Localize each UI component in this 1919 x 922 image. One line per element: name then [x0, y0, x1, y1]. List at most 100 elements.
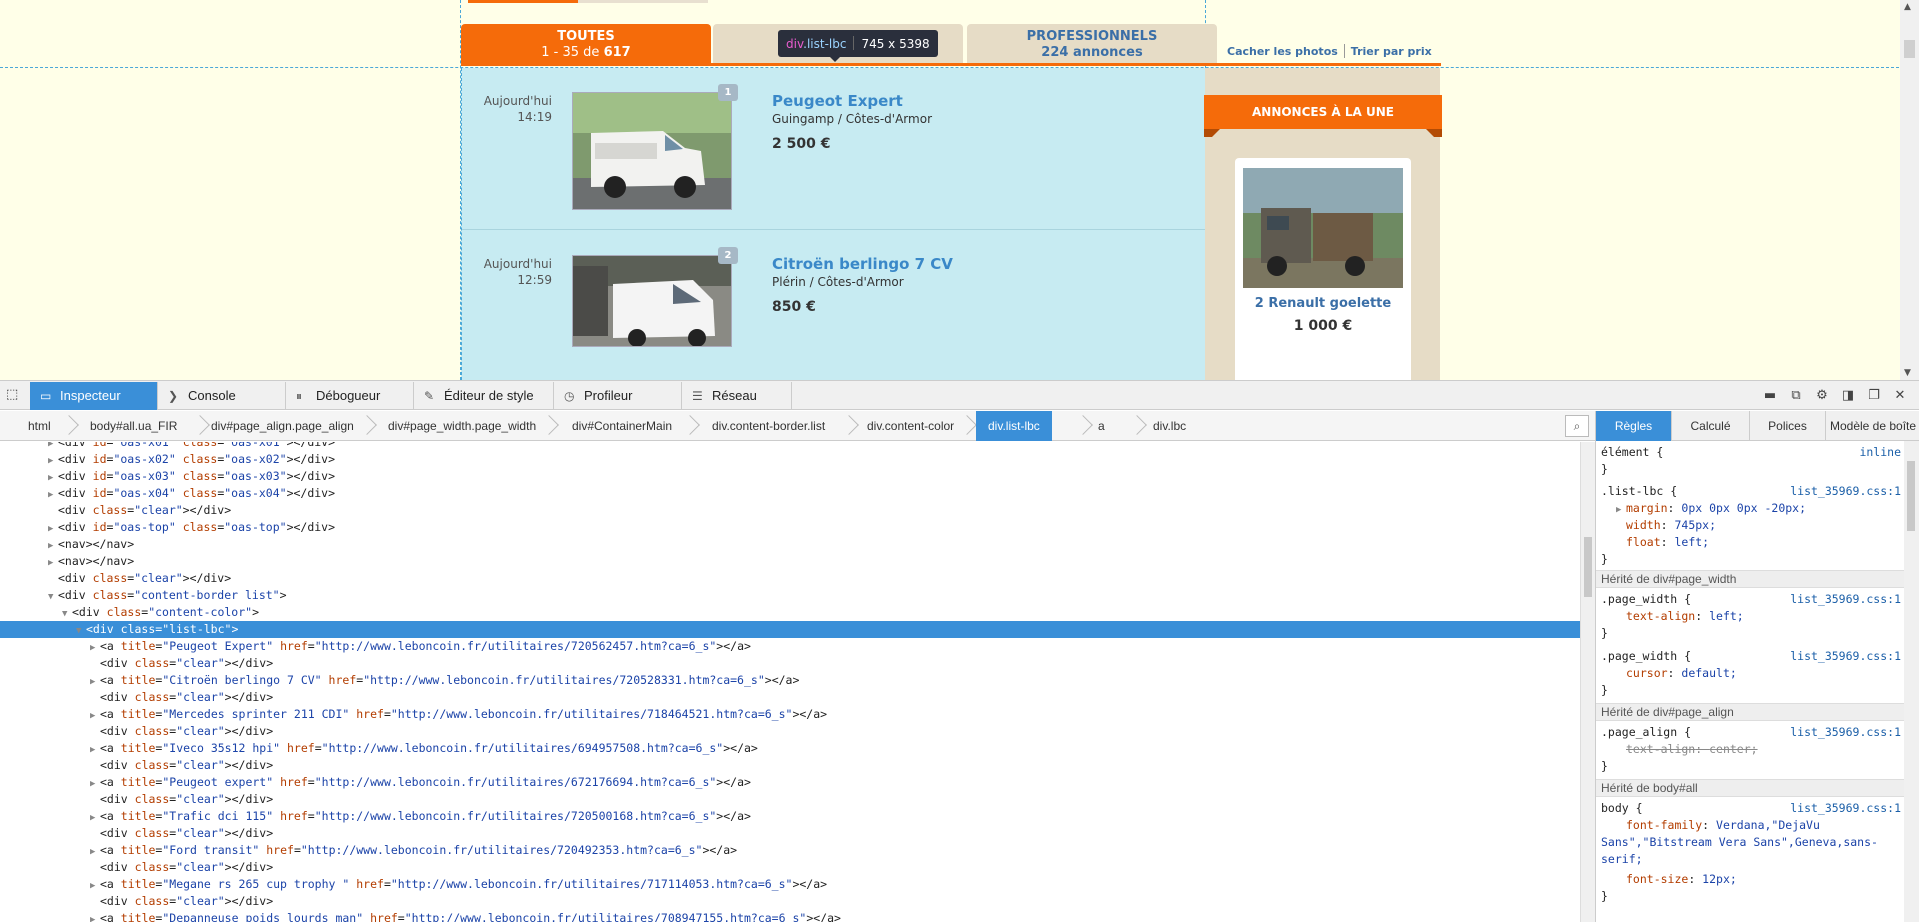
tab-fonts[interactable]: Polices [1750, 411, 1826, 441]
tab-box-model[interactable]: Modèle de boîte [1826, 411, 1919, 441]
markup-node[interactable]: ▶ <nav></nav> [0, 536, 1580, 553]
breadcrumb-item[interactable]: div.content-border.list [712, 411, 825, 441]
tab-all-ads[interactable]: TOUTES 1 - 35 de 617 [461, 24, 711, 64]
markup-view[interactable]: ▶ <div id="oas-x01" class="oas-x01"></div… [0, 442, 1580, 922]
markup-node[interactable]: ▶ <a title="Depanneuse poids lourds man" … [0, 910, 1580, 922]
expand-icon[interactable]: ▶ [90, 912, 100, 922]
css-prop[interactable]: font-size [1626, 872, 1688, 886]
responsive-icon[interactable]: ⧉ [1783, 388, 1809, 403]
breadcrumb-item[interactable]: div.content-color [867, 411, 954, 441]
rule-source[interactable]: list_35969.css:1 [1790, 591, 1901, 608]
expand-icon[interactable]: ▶ [1616, 502, 1626, 519]
markup-node[interactable]: ▶ <div id="oas-x02" class="oas-x02"></div… [0, 451, 1580, 468]
markup-node[interactable]: ▶ <a title="Peugeot expert" href="http://… [0, 774, 1580, 791]
css-value[interactable]: Verdana,"DejaVu [1716, 818, 1820, 832]
markup-node[interactable]: ▶ <div id="oas-top" class="oas-top"></div… [0, 519, 1580, 536]
listing-title[interactable]: Citroën berlingo 7 CV [772, 255, 953, 273]
markup-node[interactable]: <div class="clear"></div> [0, 655, 1580, 672]
markup-node[interactable]: <div class="clear"></div> [0, 570, 1580, 587]
markup-node[interactable]: ▶ <a title="Citroën berlingo 7 CV" href="… [0, 672, 1580, 689]
markup-node[interactable]: <div class="clear"></div> [0, 757, 1580, 774]
markup-node[interactable]: ▶ <a title="Trafic dci 115" href="http://… [0, 808, 1580, 825]
css-prop[interactable]: float [1626, 535, 1661, 549]
rule-source[interactable]: list_35969.css:1 [1790, 724, 1901, 741]
css-value[interactable]: left; [1674, 535, 1709, 549]
tab-professionals[interactable]: PROFESSIONNELS 224 annonces [967, 24, 1217, 64]
split-console-icon[interactable]: ▬ [1757, 388, 1783, 403]
markup-node[interactable]: ▶ <a title="Peugeot Expert" href="http://… [0, 638, 1580, 655]
tab-computed[interactable]: Calculé [1672, 411, 1750, 441]
rule-source[interactable]: list_35969.css:1 [1790, 800, 1901, 817]
markup-node-selected[interactable]: ▼ <div class="list-lbc"> [0, 621, 1580, 638]
css-value[interactable]: default; [1681, 666, 1736, 680]
featured-title[interactable]: 2 Renault goelette [1235, 296, 1411, 311]
featured-photo[interactable] [1243, 168, 1403, 288]
markup-node[interactable]: ▼ <div class="content-color"> [0, 604, 1580, 621]
listing-photo[interactable] [572, 255, 732, 347]
markup-node[interactable]: ▶ <div id="oas-x01" class="oas-x01"></div… [0, 442, 1580, 451]
css-value[interactable]: left; [1709, 609, 1744, 623]
css-value[interactable]: 0px 0px 0px -20px; [1681, 501, 1806, 515]
css-prop[interactable]: text-align [1626, 609, 1695, 623]
dock-window-icon[interactable]: ❐ [1861, 388, 1887, 403]
page-scrollbar[interactable]: ▲ ▼ [1900, 0, 1919, 380]
markup-node[interactable]: <div class="clear"></div> [0, 859, 1580, 876]
css-prop[interactable]: font-family [1626, 818, 1702, 832]
rule-source[interactable]: inline [1859, 444, 1901, 461]
css-value[interactable]: 745px; [1674, 518, 1716, 532]
css-value-overridden[interactable]: center; [1709, 742, 1757, 756]
close-icon[interactable]: ✕ [1887, 388, 1913, 403]
element-picker-icon[interactable]: ⬚ [6, 387, 24, 405]
listing-title[interactable]: Peugeot Expert [772, 92, 903, 110]
breadcrumb-item[interactable]: body#all.ua_FIR [90, 411, 177, 441]
css-prop[interactable]: width [1626, 518, 1661, 532]
tab-debugger[interactable]: ⏸ Débogueur [286, 382, 414, 410]
breadcrumb-item[interactable]: div#ContainerMain [572, 411, 672, 441]
list-item[interactable]: Aujourd'hui 12:59 2 Citroën berlingo 7 CV… [462, 231, 1206, 380]
css-prop-overridden[interactable]: text-align [1626, 742, 1695, 756]
tab-style-editor[interactable]: ✎ Éditeur de style [414, 382, 554, 410]
markup-node[interactable]: <div class="clear"></div> [0, 791, 1580, 808]
search-icon[interactable]: ⌕ [1565, 415, 1589, 437]
css-value[interactable]: Sans","Bitstream Vera Sans",Geneva,sans- [1601, 835, 1878, 849]
markup-scrollbar[interactable] [1580, 442, 1595, 922]
hide-photos-link[interactable]: Cacher les photos [1227, 45, 1338, 58]
markup-node[interactable]: <div class="clear"></div> [0, 723, 1580, 740]
scroll-down-icon[interactable]: ▼ [1904, 368, 1911, 378]
markup-node[interactable]: ▼ <div class="content-border list"> [0, 587, 1580, 604]
settings-icon[interactable]: ⚙ [1809, 388, 1835, 403]
markup-node[interactable]: <div class="clear"></div> [0, 689, 1580, 706]
css-prop[interactable]: cursor [1626, 666, 1668, 680]
breadcrumb-item[interactable]: a [1098, 411, 1105, 441]
markup-node[interactable]: ▶ <a title="Ford transit" href="http://ww… [0, 842, 1580, 859]
markup-node[interactable]: ▶ <a title="Megane rs 265 cup trophy " hr… [0, 876, 1580, 893]
featured-card[interactable]: 2 Renault goelette 1 000 € [1235, 158, 1411, 380]
rules-scrollbar[interactable] [1904, 441, 1919, 922]
markup-node[interactable]: ▶ <nav></nav> [0, 553, 1580, 570]
tab-console[interactable]: ❯ Console [158, 382, 286, 410]
breadcrumb-item[interactable]: div#page_align.page_align [211, 411, 354, 441]
breadcrumb-item[interactable]: html [28, 411, 51, 441]
markup-node[interactable]: <div class="clear"></div> [0, 502, 1580, 519]
breadcrumb-item[interactable]: div.lbc [1153, 411, 1186, 441]
markup-node[interactable]: <div class="clear"></div> [0, 825, 1580, 842]
listing-photo[interactable] [572, 92, 732, 210]
page-scroll-thumb[interactable] [1904, 40, 1915, 58]
css-value[interactable]: serif; [1601, 852, 1643, 866]
sort-price-link[interactable]: Trier par prix [1351, 45, 1432, 58]
rule-source[interactable]: list_35969.css:1 [1790, 648, 1901, 665]
markup-node[interactable]: ▶ <div id="oas-x03" class="oas-x03"></div… [0, 468, 1580, 485]
markup-node[interactable]: ▶ <a title="Mercedes sprinter 211 CDI" hr… [0, 706, 1580, 723]
tab-network[interactable]: ☰ Réseau [682, 382, 792, 410]
tab-rules[interactable]: Règles [1596, 411, 1672, 441]
markup-node[interactable]: ▶ <a title="Iveco 35s12 hpi" href="http:/… [0, 740, 1580, 757]
tab-profiler[interactable]: ◷ Profileur [554, 382, 682, 410]
markup-node[interactable]: ▶ <div id="oas-x04" class="oas-x04"></div… [0, 485, 1580, 502]
markup-node[interactable]: <div class="clear"></div> [0, 893, 1580, 910]
dock-side-icon[interactable]: ◨ [1835, 388, 1861, 403]
css-prop[interactable]: margin [1626, 501, 1668, 515]
scroll-up-icon[interactable]: ▲ [1904, 2, 1911, 12]
rule-source[interactable]: list_35969.css:1 [1790, 483, 1901, 500]
tab-inspector[interactable]: ▭ Inspecteur [30, 382, 158, 410]
css-value[interactable]: 12px; [1702, 872, 1737, 886]
